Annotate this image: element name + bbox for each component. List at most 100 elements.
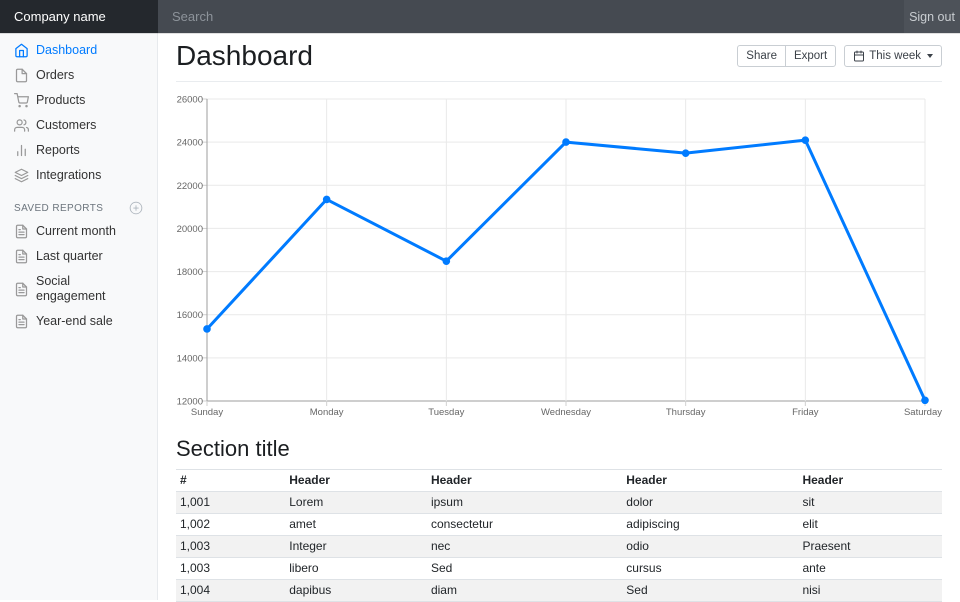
sidebar-item-year-end-sale[interactable]: Year-end sale xyxy=(0,309,157,334)
sidebar-item-current-month[interactable]: Current month xyxy=(0,219,157,244)
saved-reports-nav: Current month Last quarter Social engageme… xyxy=(0,219,157,334)
table-header-cell: # xyxy=(176,470,283,492)
table-cell: 1,004 xyxy=(176,580,283,602)
page-header: Dashboard Share Export This week xyxy=(176,33,942,82)
chart-svg: 12000 14000 16000 18000 20000 22000 24000 26000… xyxy=(176,89,942,422)
sidebar: Dashboard Orders Products Customers Reports I… xyxy=(0,33,158,600)
table-cell: nec xyxy=(425,536,620,558)
share-export-group: Share Export xyxy=(737,45,836,67)
users-icon xyxy=(14,118,29,133)
table-cell: odio xyxy=(620,536,796,558)
table-cell: amet xyxy=(283,514,425,536)
svg-text:Saturday: Saturday xyxy=(904,407,942,418)
table-cell: Praesent xyxy=(796,536,942,558)
sidebar-item-last-quarter[interactable]: Last quarter xyxy=(0,244,157,269)
brand[interactable]: Company name xyxy=(0,0,158,33)
table-cell: libero xyxy=(283,558,425,580)
saved-reports-heading-row: Saved reports xyxy=(0,188,157,219)
svg-text:12000: 12000 xyxy=(177,397,203,408)
table-cell: diam xyxy=(425,580,620,602)
table-cell: nisi xyxy=(796,580,942,602)
sidebar-item-label: Current month xyxy=(36,224,116,239)
table-row: 1,003IntegernecodioPraesent xyxy=(176,536,942,558)
table-header-cell: Header xyxy=(796,470,942,492)
period-dropdown-button[interactable]: This week xyxy=(844,45,942,67)
table-cell: Lorem xyxy=(283,492,425,514)
sidebar-item-label: Customers xyxy=(36,118,96,133)
sidebar-item-label: Integrations xyxy=(36,168,101,183)
table-cell: adipiscing xyxy=(620,514,796,536)
table-cell: Sed xyxy=(620,580,796,602)
file-text-icon xyxy=(14,249,29,264)
table-header-cell: Header xyxy=(283,470,425,492)
main-content: Dashboard Share Export This week 12000 14… xyxy=(158,33,960,602)
sign-out-link[interactable]: Sign out xyxy=(904,0,960,33)
table-row: 1,004dapibusdiamSednisi xyxy=(176,580,942,602)
table-cell: 1,003 xyxy=(176,558,283,580)
table-cell: consectetur xyxy=(425,514,620,536)
calendar-icon xyxy=(853,50,865,62)
plus-circle-icon[interactable] xyxy=(129,201,143,215)
table-cell: 1,003 xyxy=(176,536,283,558)
sidebar-item-label: Last quarter xyxy=(36,249,103,264)
file-text-icon xyxy=(14,314,29,329)
table-header-cell: Header xyxy=(620,470,796,492)
sidebar-item-label: Social engagement xyxy=(36,274,143,304)
svg-text:Sunday: Sunday xyxy=(191,407,223,418)
sidebar-item-label: Dashboard xyxy=(36,43,97,58)
table-cell: 1,001 xyxy=(176,492,283,514)
svg-text:20000: 20000 xyxy=(177,224,203,235)
svg-text:22000: 22000 xyxy=(177,181,203,192)
period-label: This week xyxy=(869,50,921,62)
section-title: Section title xyxy=(176,436,942,462)
shopping-cart-icon xyxy=(14,93,29,108)
layers-icon xyxy=(14,168,29,183)
table-cell: Integer xyxy=(283,536,425,558)
svg-text:24000: 24000 xyxy=(177,138,203,149)
svg-text:26000: 26000 xyxy=(177,95,203,106)
svg-text:Monday: Monday xyxy=(310,407,344,418)
sidebar-item-reports[interactable]: Reports xyxy=(0,138,157,163)
sidebar-item-orders[interactable]: Orders xyxy=(0,63,157,88)
page-title: Dashboard xyxy=(176,41,313,71)
table-row: 1,001Loremipsumdolorsit xyxy=(176,492,942,514)
sidebar-item-dashboard[interactable]: Dashboard xyxy=(0,38,157,63)
sidebar-item-products[interactable]: Products xyxy=(0,88,157,113)
sidebar-item-label: Reports xyxy=(36,143,80,158)
sidebar-item-social-engagement[interactable]: Social engagement xyxy=(0,269,157,309)
table-cell: 1,002 xyxy=(176,514,283,536)
table-cell: elit xyxy=(796,514,942,536)
table-row: 1,002ametconsecteturadipiscingelit xyxy=(176,514,942,536)
toolbar: Share Export This week xyxy=(737,41,942,67)
bar-chart-icon xyxy=(14,143,29,158)
saved-reports-heading: Saved reports xyxy=(14,203,103,214)
svg-text:18000: 18000 xyxy=(177,267,203,278)
share-button[interactable]: Share xyxy=(737,45,786,67)
sidebar-item-label: Orders xyxy=(36,68,74,83)
chevron-down-icon xyxy=(927,54,933,58)
svg-text:Wednesday: Wednesday xyxy=(541,407,591,418)
sidebar-nav: Dashboard Orders Products Customers Reports I… xyxy=(0,38,157,188)
sidebar-item-customers[interactable]: Customers xyxy=(0,113,157,138)
svg-text:Tuesday: Tuesday xyxy=(428,407,464,418)
line-chart: 12000 14000 16000 18000 20000 22000 24000 26000… xyxy=(176,89,942,422)
search-input[interactable] xyxy=(158,0,904,33)
table-cell: ante xyxy=(796,558,942,580)
sidebar-item-integrations[interactable]: Integrations xyxy=(0,163,157,188)
file-text-icon xyxy=(14,282,29,297)
top-navbar: Company name Sign out xyxy=(0,0,960,33)
table-header-cell: Header xyxy=(425,470,620,492)
table-cell: Sed xyxy=(425,558,620,580)
export-button[interactable]: Export xyxy=(785,45,836,67)
table-row: 1,003liberoSedcursusante xyxy=(176,558,942,580)
table-cell: dolor xyxy=(620,492,796,514)
file-text-icon xyxy=(14,224,29,239)
sidebar-item-label: Products xyxy=(36,93,85,108)
table-cell: ipsum xyxy=(425,492,620,514)
table-head: #HeaderHeaderHeaderHeader xyxy=(176,470,942,492)
svg-text:14000: 14000 xyxy=(177,353,203,364)
table-cell: cursus xyxy=(620,558,796,580)
svg-text:16000: 16000 xyxy=(177,310,203,321)
svg-text:Thursday: Thursday xyxy=(666,407,706,418)
table-body: 1,001Loremipsumdolorsit1,002ametconsecte… xyxy=(176,492,942,602)
